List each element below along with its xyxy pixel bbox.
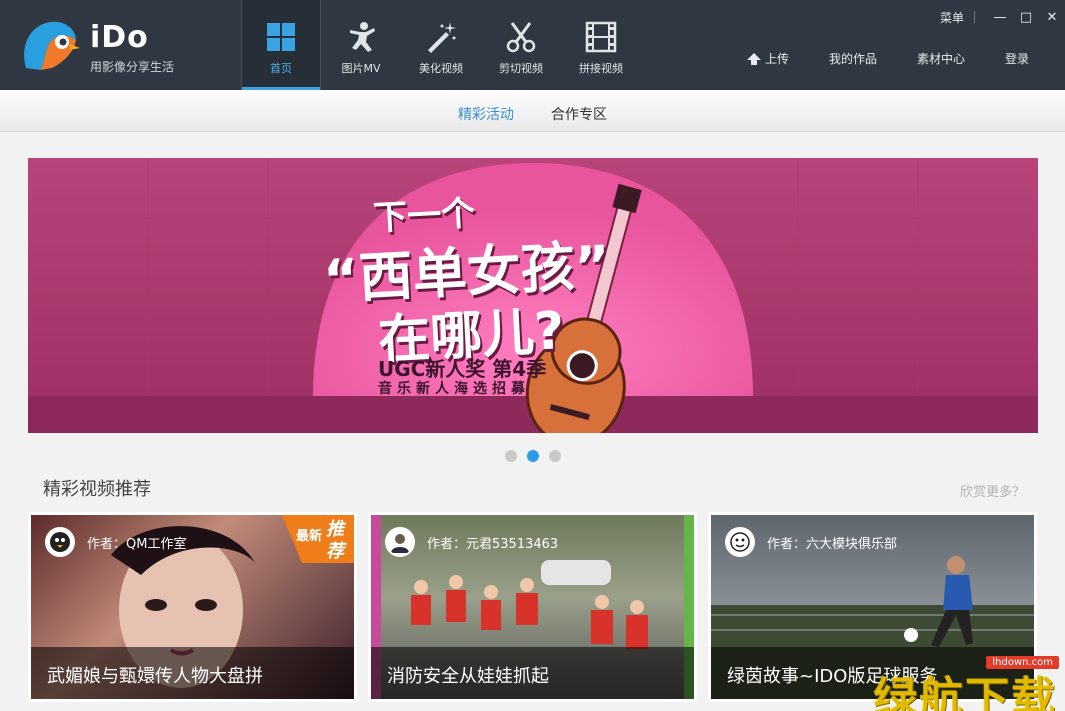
card-author: 作者：QM工作室 bbox=[45, 527, 186, 557]
scissors-icon bbox=[506, 22, 536, 53]
sub-tabs: 精彩活动 合作专区 bbox=[0, 90, 1065, 132]
window-controls: 菜单 — □ ✕ bbox=[940, 6, 1065, 28]
penguin-avatar-icon bbox=[50, 532, 70, 552]
video-card[interactable]: 最新 推荐 作者：QM工作室 武媚娘与甄嬛传人物大盘拼 bbox=[28, 512, 357, 702]
author-name: 作者：六大模块俱乐部 bbox=[767, 536, 898, 552]
nav-photo-mv-label: 图片MV bbox=[341, 62, 381, 75]
video-title: 消防安全从娃娃抓起 bbox=[371, 647, 694, 699]
film-strip-icon bbox=[585, 21, 617, 53]
title-bar: iDo 用影像分享生活 首页 图片MV 美化视频 剪切视频 拼接视频 菜单 — … bbox=[0, 0, 1065, 90]
materials-link[interactable]: 素材中心 bbox=[917, 50, 965, 67]
header-links: 上传 我的作品 素材中心 登录 bbox=[746, 50, 1065, 67]
nav-beautify-video-label: 美化视频 bbox=[419, 62, 463, 75]
avatar bbox=[45, 527, 75, 557]
video-thumbnail: 作者：元君53513463 消防安全从娃娃抓起 bbox=[371, 515, 694, 699]
banner-tagline: 音乐新人海选招募 bbox=[378, 381, 530, 397]
video-title: 武媚娘与甄嬛传人物大盘拼 bbox=[31, 647, 354, 699]
carousel-dot-1[interactable] bbox=[505, 450, 517, 462]
nav-home[interactable]: 首页 bbox=[241, 0, 321, 90]
avatar bbox=[385, 527, 415, 557]
carousel-dot-3[interactable] bbox=[549, 450, 561, 462]
nav-cut-video-label: 剪切视频 bbox=[499, 62, 543, 75]
card-author: 作者：六大模块俱乐部 bbox=[725, 527, 897, 557]
dancer-icon bbox=[350, 22, 375, 52]
ido-bird-logo-icon bbox=[24, 21, 80, 70]
menu-button[interactable]: 菜单 bbox=[940, 9, 964, 26]
author-name: 作者：元君53513463 bbox=[427, 536, 559, 552]
nav-home-label: 首页 bbox=[270, 62, 292, 75]
carousel-dot-2[interactable] bbox=[527, 450, 539, 462]
video-thumbnail: 最新 推荐 作者：QM工作室 武媚娘与甄嬛传人物大盘拼 bbox=[31, 515, 354, 699]
brand-name: iDo bbox=[90, 20, 149, 55]
maximize-button[interactable]: □ bbox=[1013, 10, 1039, 25]
badge-new: 最新 bbox=[295, 529, 322, 544]
nav-photo-mv[interactable]: 图片MV bbox=[321, 0, 401, 90]
tab-partner-zone[interactable]: 合作专区 bbox=[551, 104, 607, 124]
section-title: 精彩视频推荐 bbox=[43, 479, 151, 500]
cartoon-avatar-icon bbox=[730, 532, 750, 552]
nav-cut-video[interactable]: 剪切视频 bbox=[481, 0, 561, 90]
nav-join-video-label: 拼接视频 bbox=[579, 62, 623, 75]
person-avatar-icon bbox=[391, 534, 409, 553]
brand-slogan: 用影像分享生活 bbox=[90, 60, 175, 74]
promo-banner[interactable]: 下一个 “西单女孩” 在哪儿? UGC新人奖 第4季 音乐新人海选招募 bbox=[28, 158, 1038, 433]
upload-link[interactable]: 上传 bbox=[746, 50, 789, 67]
more-link[interactable]: 欣赏更多？ bbox=[960, 481, 1025, 500]
login-link[interactable]: 登录 bbox=[1005, 50, 1029, 67]
avatar bbox=[725, 527, 755, 557]
my-works-link[interactable]: 我的作品 bbox=[829, 50, 877, 67]
video-card[interactable]: 作者：元君53513463 消防安全从娃娃抓起 bbox=[368, 512, 697, 702]
card-author: 作者：元君53513463 bbox=[385, 527, 558, 557]
author-name: 作者：QM工作室 bbox=[87, 536, 187, 552]
upload-arrow-icon bbox=[746, 52, 761, 65]
minimize-button[interactable]: — bbox=[987, 10, 1013, 25]
carousel-dots bbox=[505, 450, 571, 462]
close-button[interactable]: ✕ bbox=[1039, 10, 1065, 25]
main-nav: 首页 图片MV 美化视频 剪切视频 拼接视频 bbox=[241, 0, 641, 90]
magic-wand-icon bbox=[428, 22, 456, 53]
home-grid-icon bbox=[267, 23, 295, 51]
divider bbox=[974, 11, 975, 23]
upload-label: 上传 bbox=[764, 52, 789, 66]
badge-recommend: 推荐 bbox=[326, 519, 344, 562]
nav-beautify-video[interactable]: 美化视频 bbox=[401, 0, 481, 90]
watermark-text: 绿航下载 bbox=[873, 673, 1057, 711]
tab-featured-events[interactable]: 精彩活动 bbox=[458, 104, 514, 124]
nav-join-video[interactable]: 拼接视频 bbox=[561, 0, 641, 90]
